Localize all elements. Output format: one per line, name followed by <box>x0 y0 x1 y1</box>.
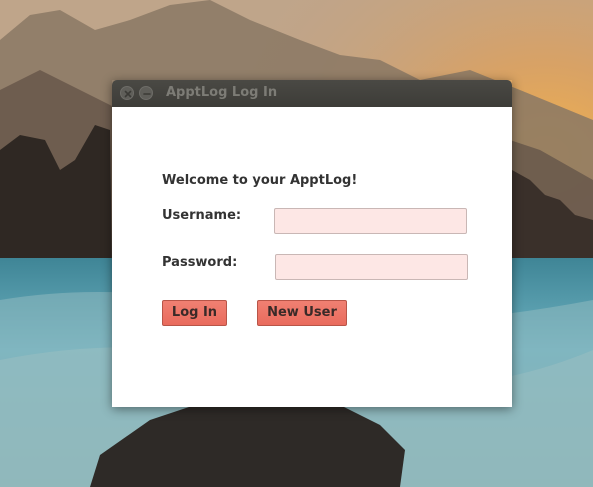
password-input[interactable] <box>275 254 468 280</box>
password-label: Password: <box>162 255 238 270</box>
new-user-button[interactable]: New User <box>257 300 347 326</box>
window-title: ApptLog Log In <box>166 85 278 100</box>
window-titlebar[interactable]: ApptLog Log In <box>112 80 512 107</box>
welcome-heading: Welcome to your ApptLog! <box>162 173 358 188</box>
login-form: Welcome to your ApptLog! Username: Passw… <box>112 107 512 407</box>
minimize-icon[interactable] <box>139 86 153 100</box>
username-label: Username: <box>162 208 242 223</box>
close-icon[interactable] <box>120 86 134 100</box>
login-button[interactable]: Log In <box>162 300 227 326</box>
username-input[interactable] <box>274 208 467 234</box>
login-window: ApptLog Log In Welcome to your ApptLog! … <box>112 80 512 407</box>
